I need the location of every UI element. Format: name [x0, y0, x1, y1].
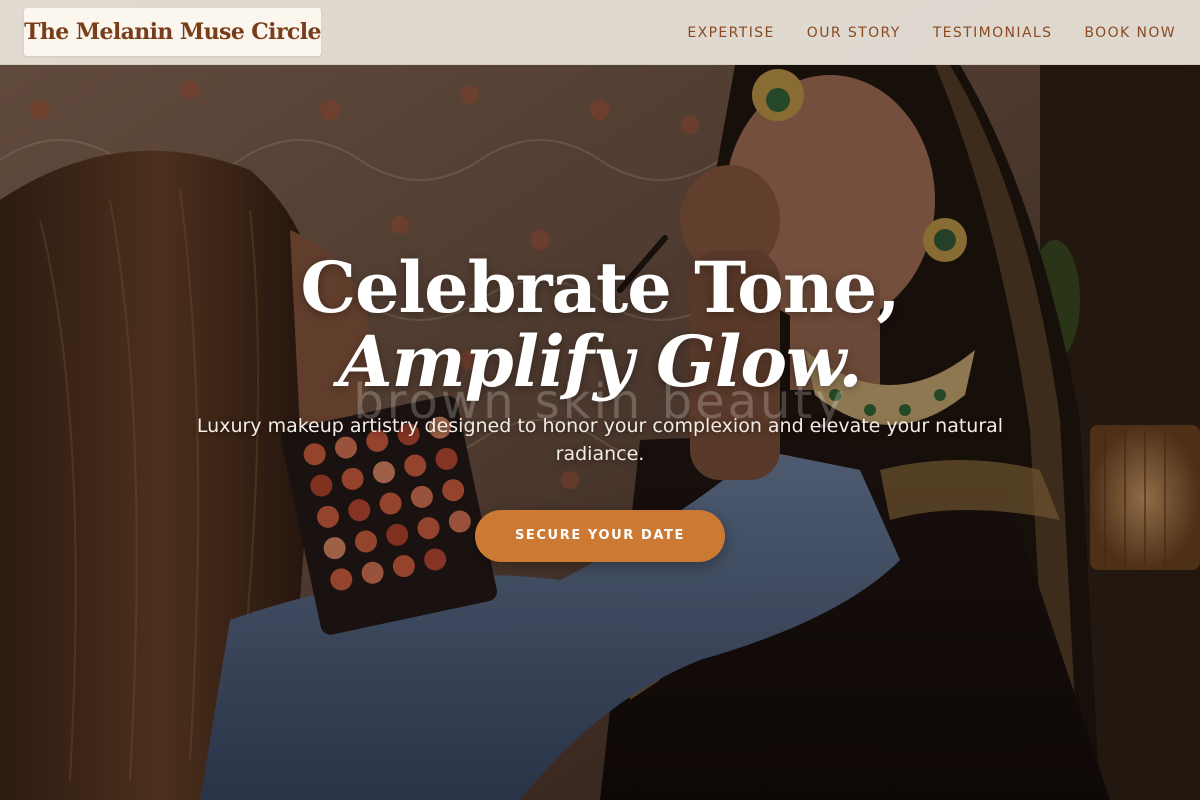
brand-logo[interactable]: The Melanin Muse Circle — [24, 8, 321, 56]
secure-your-date-button[interactable]: SECURE YOUR DATE — [475, 510, 725, 562]
site-header: The Melanin Muse Circle EXPERTISE OUR ST… — [0, 0, 1200, 65]
hero-content: Celebrate Tone, Amplify Glow. brown skin… — [0, 250, 1200, 562]
nav-link-our-story[interactable]: OUR STORY — [807, 25, 901, 41]
nav-link-book-now[interactable]: BOOK NOW — [1084, 25, 1176, 41]
brand-name[interactable]: The Melanin Muse Circle — [24, 19, 321, 45]
nav-link-expertise[interactable]: EXPERTISE — [687, 25, 774, 41]
hero-headline-line2: Amplify Glow. — [338, 320, 862, 403]
main-nav: EXPERTISE OUR STORY TESTIMONIALS BOOK NO… — [687, 0, 1176, 65]
hero-headline-line1: Celebrate Tone, — [300, 246, 900, 329]
nav-link-testimonials[interactable]: TESTIMONIALS — [933, 25, 1053, 41]
hero-subheading: Luxury makeup artistry designed to honor… — [196, 415, 1004, 465]
hero-headline: Celebrate Tone, Amplify Glow. — [0, 250, 1200, 398]
